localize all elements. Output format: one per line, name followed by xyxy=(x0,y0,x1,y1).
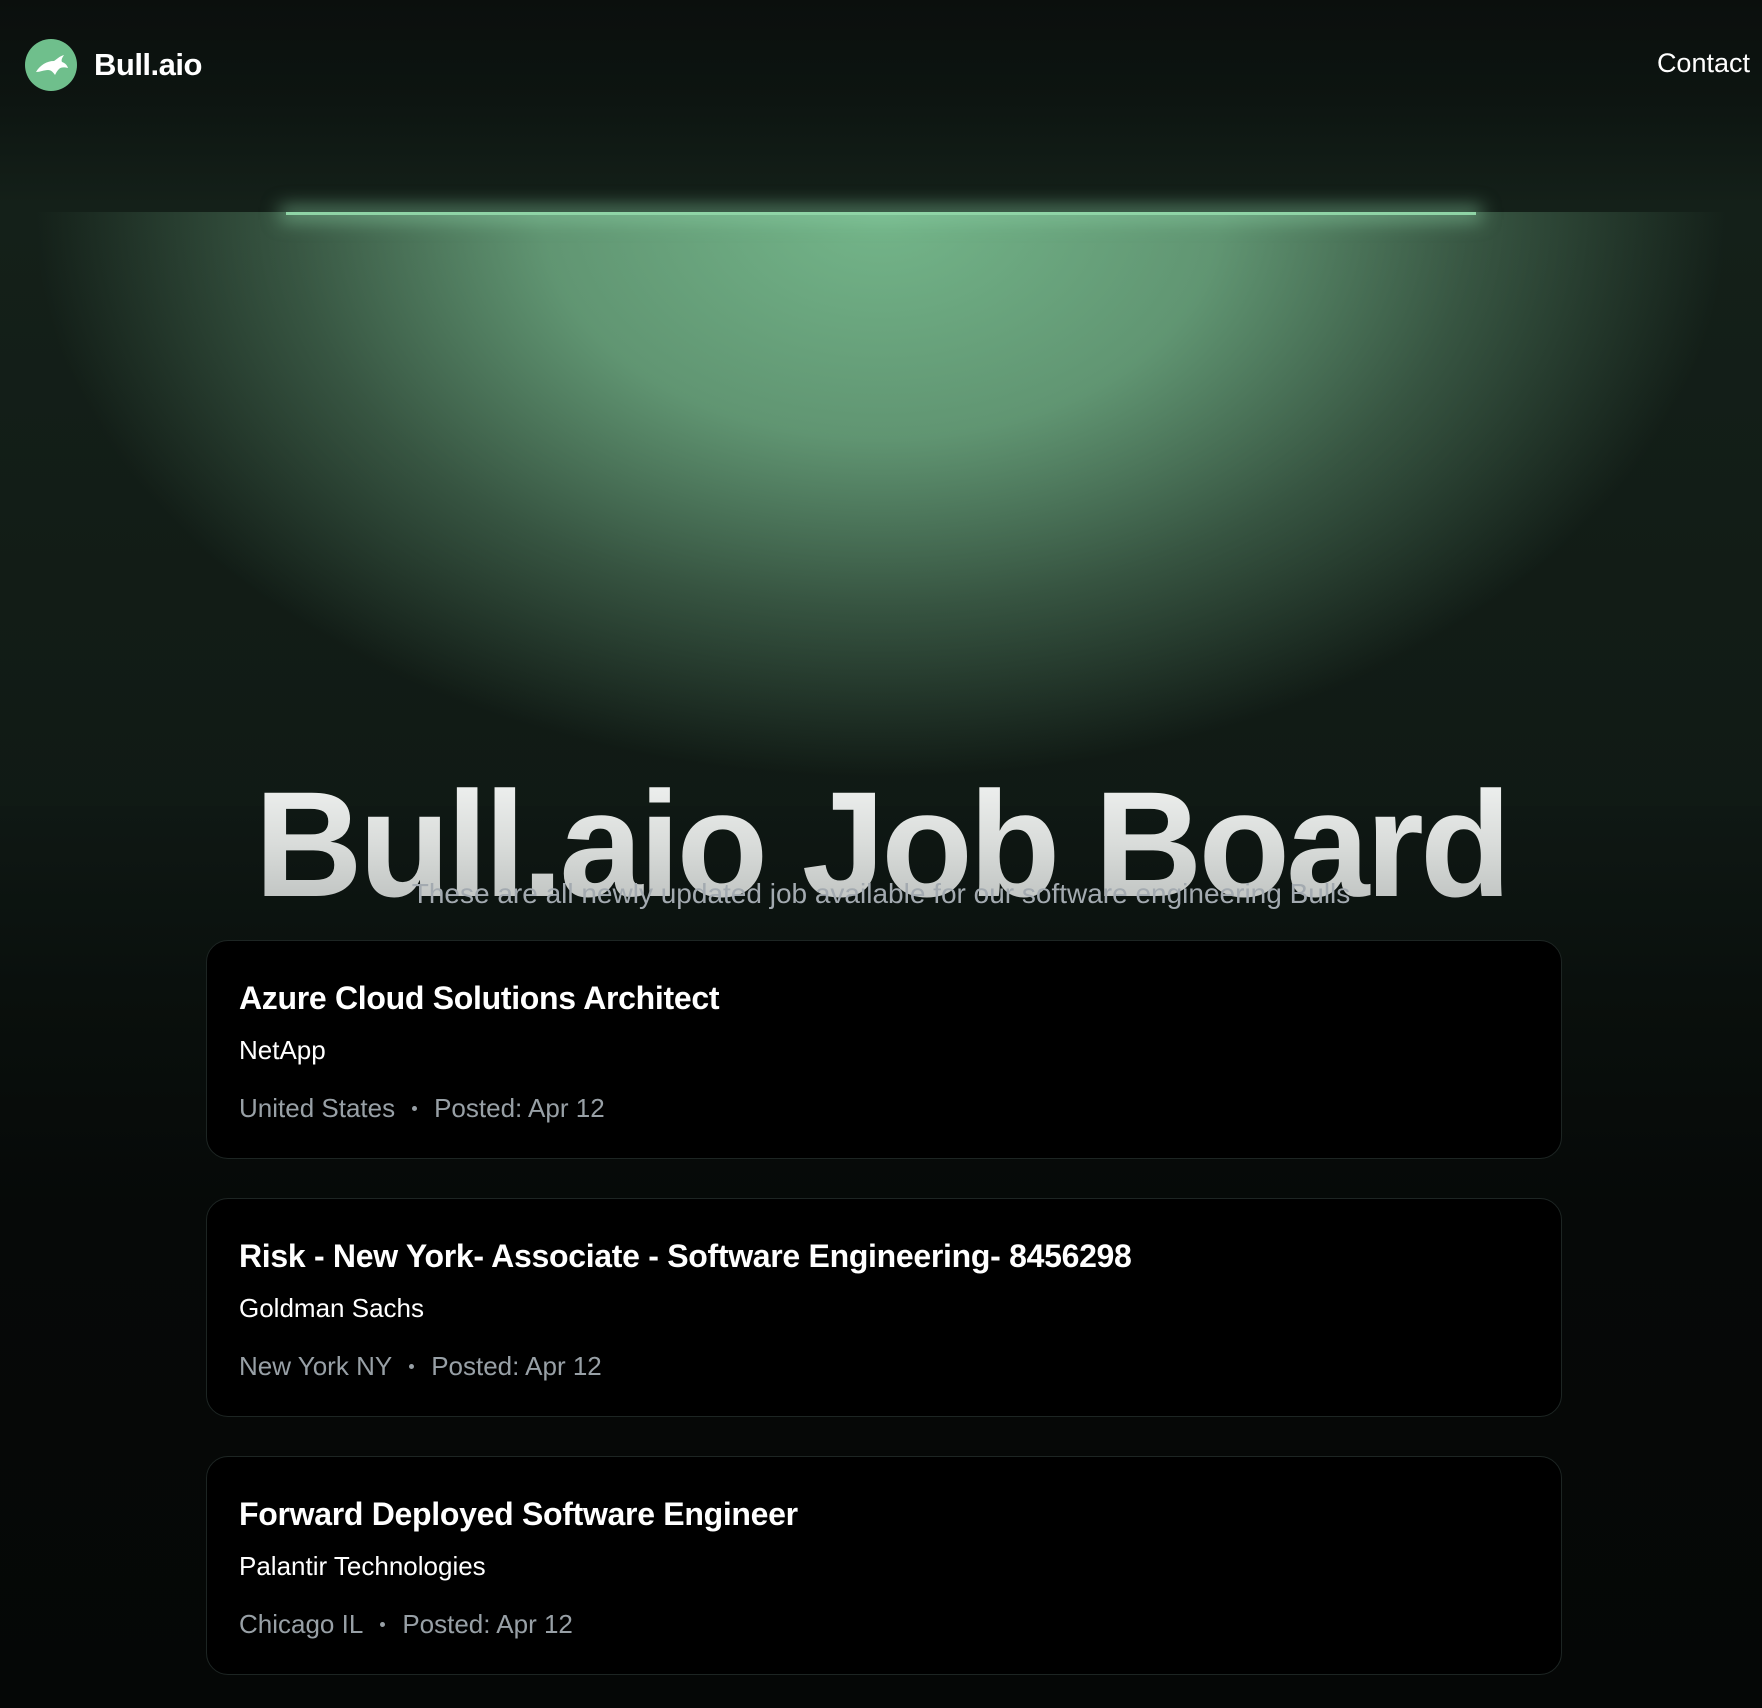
separator-dot-icon xyxy=(409,1363,415,1369)
job-card[interactable]: Forward Deployed Software Engineer Palan… xyxy=(206,1456,1562,1675)
job-posted-date: Posted: Apr 12 xyxy=(402,1608,573,1639)
job-posted-date: Posted: Apr 12 xyxy=(431,1350,602,1381)
top-nav: Bull.aio Contact xyxy=(0,0,1762,130)
job-company: Palantir Technologies xyxy=(239,1551,486,1582)
job-title: Azure Cloud Solutions Architect xyxy=(239,980,720,1016)
job-posted-date: Posted: Apr 12 xyxy=(434,1092,605,1123)
separator-dot-icon xyxy=(380,1621,386,1627)
job-location: New York NY xyxy=(239,1350,393,1381)
brand-logo-link[interactable]: Bull.aio xyxy=(25,39,202,91)
job-location: United States xyxy=(239,1092,396,1123)
bull-icon xyxy=(25,39,77,91)
hero-light-bar xyxy=(286,212,1476,215)
job-meta: New York NY Posted: Apr 12 xyxy=(239,1351,1529,1382)
hero-glow xyxy=(0,212,1762,806)
job-card[interactable]: Risk - New York- Associate - Software En… xyxy=(206,1198,1562,1417)
job-meta: Chicago IL Posted: Apr 12 xyxy=(239,1609,1529,1640)
job-title: Forward Deployed Software Engineer xyxy=(239,1496,798,1532)
brand-name: Bull.aio xyxy=(94,47,202,82)
job-company: Goldman Sachs xyxy=(239,1293,424,1324)
job-card[interactable]: Azure Cloud Solutions Architect NetApp U… xyxy=(206,940,1562,1159)
job-list: Azure Cloud Solutions Architect NetApp U… xyxy=(206,940,1562,1708)
contact-link[interactable]: Contact xyxy=(1657,48,1750,79)
page: Bull.aio Contact Bull.aio Job Board Thes… xyxy=(0,0,1762,1708)
job-title: Risk - New York- Associate - Software En… xyxy=(239,1238,1132,1274)
job-company: NetApp xyxy=(239,1035,326,1066)
job-location: Chicago IL xyxy=(239,1608,364,1639)
separator-dot-icon xyxy=(412,1105,418,1111)
page-subtitle: These are all newly updated job availabl… xyxy=(411,878,1351,909)
job-meta: United States Posted: Apr 12 xyxy=(239,1093,1529,1124)
